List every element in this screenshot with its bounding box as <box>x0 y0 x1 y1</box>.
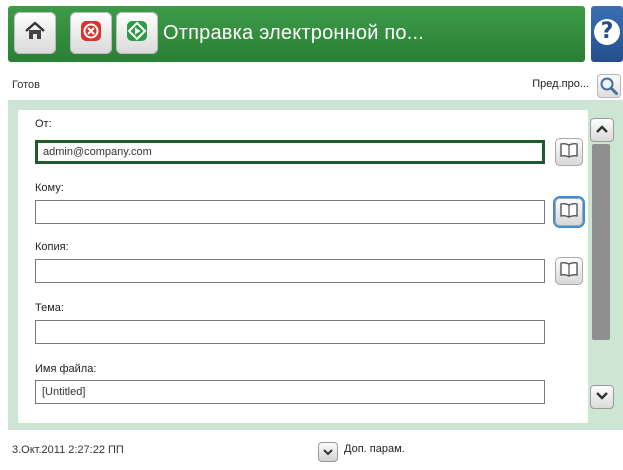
more-options-label: Доп. парам. <box>344 443 405 455</box>
subject-field[interactable] <box>35 320 545 344</box>
scroll-down-button[interactable] <box>590 385 614 409</box>
start-icon <box>126 20 148 47</box>
preview-label: Пред.про... <box>532 78 589 90</box>
help-button[interactable]: ? <box>591 6 623 62</box>
start-button[interactable] <box>116 12 158 54</box>
to-field[interactable] <box>35 200 545 224</box>
stop-icon <box>80 20 102 47</box>
footer-bar: 3.Окт.2011 2:27:22 ПП Доп. парам. <box>0 432 623 470</box>
scrollbar[interactable] <box>590 118 614 418</box>
subject-label: Тема: <box>35 302 64 314</box>
cc-label: Копия: <box>35 241 69 253</box>
scroll-up-button[interactable] <box>590 118 614 142</box>
chevron-down-icon <box>595 388 609 406</box>
datetime: 3.Окт.2011 2:27:22 ПП <box>12 444 124 456</box>
filename-label: Имя файла: <box>35 363 97 375</box>
status-bar: Готов Пред.про... <box>0 74 623 98</box>
from-label: От: <box>35 118 52 130</box>
from-field[interactable]: admin@company.com <box>35 140 545 164</box>
filename-field[interactable]: [Untitled] <box>35 380 545 404</box>
to-address-book-button[interactable] <box>555 198 583 226</box>
address-book-icon <box>559 142 579 163</box>
home-button[interactable] <box>14 12 56 54</box>
from-address-book-button[interactable] <box>555 138 583 166</box>
to-label: Кому: <box>35 182 64 194</box>
form-panel: От: admin@company.com Кому: Копия: Тема:… <box>8 100 623 430</box>
email-form: От: admin@company.com Кому: Копия: Тема:… <box>18 110 588 423</box>
cc-field[interactable] <box>35 259 545 283</box>
page-title: Отправка электронной по... <box>163 22 424 44</box>
chevron-down-icon <box>322 443 334 461</box>
status-text: Готов <box>12 79 40 91</box>
stop-button[interactable] <box>70 12 112 54</box>
address-book-icon <box>559 261 579 282</box>
chevron-up-icon <box>595 121 609 139</box>
top-bar: Отправка электронной по... ? <box>0 0 623 70</box>
cc-address-book-button[interactable] <box>555 257 583 285</box>
home-icon <box>23 20 47 47</box>
help-icon: ? <box>594 19 620 45</box>
scroll-thumb[interactable] <box>592 144 610 340</box>
more-options-button[interactable] <box>318 442 338 462</box>
address-book-icon <box>559 202 579 223</box>
preview-button[interactable] <box>597 74 621 98</box>
